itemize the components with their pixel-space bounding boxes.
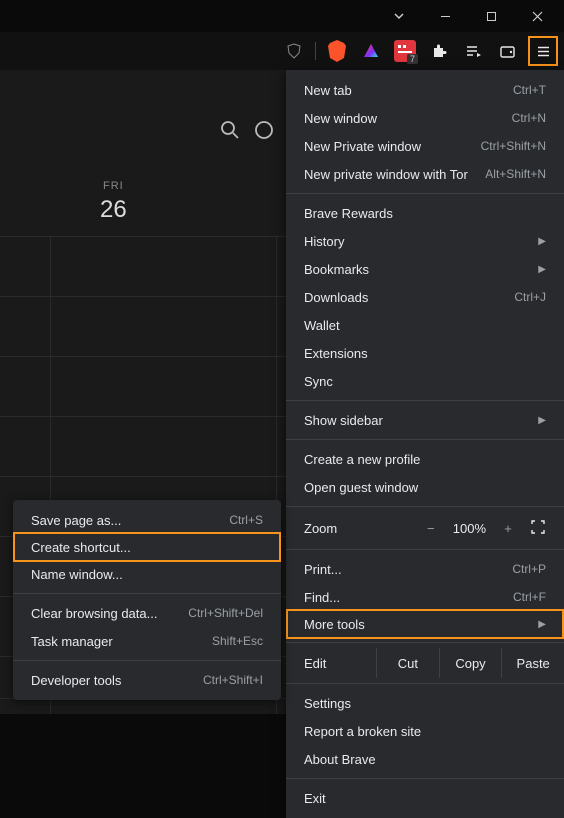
brave-lion-icon[interactable] [324, 38, 350, 64]
chevron-right-icon: ▶ [538, 236, 546, 247]
day-number: 26 [100, 196, 127, 224]
submenu-save-page[interactable]: Save page as...Ctrl+S [13, 506, 281, 534]
search-icon[interactable] [220, 120, 240, 145]
cut-button[interactable]: Cut [376, 648, 439, 678]
fullscreen-button[interactable] [530, 519, 546, 538]
submenu-clear-data[interactable]: Clear browsing data...Ctrl+Shift+Del [13, 599, 281, 627]
menu-wallet[interactable]: Wallet [286, 311, 564, 339]
submenu-create-shortcut[interactable]: Create shortcut... [13, 532, 281, 562]
shield-icon[interactable] [281, 38, 307, 64]
extension-badge: 7 [407, 54, 418, 64]
menu-print[interactable]: Print...Ctrl+P [286, 555, 564, 583]
main-menu: New tabCtrl+T New windowCtrl+N New Priva… [286, 70, 564, 818]
triangle-icon[interactable] [358, 38, 384, 64]
hamburger-menu-button[interactable] [528, 36, 558, 66]
menu-about[interactable]: About Brave [286, 745, 564, 773]
playlist-icon[interactable] [460, 38, 486, 64]
menu-new-tor[interactable]: New private window with TorAlt+Shift+N [286, 160, 564, 188]
menu-new-private[interactable]: New Private windowCtrl+Shift+N [286, 132, 564, 160]
zoom-out-button[interactable]: − [419, 521, 443, 536]
menu-separator [286, 506, 564, 507]
menu-separator [286, 778, 564, 779]
chevron-right-icon: ▶ [538, 619, 546, 630]
day-label: FRI [100, 180, 127, 192]
extension-red-icon[interactable]: 7 [392, 38, 418, 64]
menu-show-sidebar[interactable]: Show sidebar▶ [286, 406, 564, 434]
menu-separator [13, 660, 281, 661]
puzzle-icon[interactable] [426, 38, 452, 64]
menu-new-tab[interactable]: New tabCtrl+T [286, 76, 564, 104]
submenu-task-manager[interactable]: Task managerShift+Esc [13, 627, 281, 655]
window-controls [0, 0, 564, 32]
copy-button[interactable]: Copy [439, 648, 502, 678]
menu-separator [286, 683, 564, 684]
menu-separator [13, 593, 281, 594]
chevron-right-icon: ▶ [538, 415, 546, 426]
zoom-in-button[interactable]: + [496, 521, 520, 536]
menu-find[interactable]: Find...Ctrl+F [286, 583, 564, 611]
maximize-button[interactable] [468, 0, 514, 32]
close-button[interactable] [514, 0, 560, 32]
wallet-toolbar-icon[interactable] [494, 38, 520, 64]
menu-report[interactable]: Report a broken site [286, 717, 564, 745]
chevron-right-icon: ▶ [538, 264, 546, 275]
menu-create-profile[interactable]: Create a new profile [286, 445, 564, 473]
toolbar-separator [315, 42, 316, 60]
menu-separator [286, 439, 564, 440]
menu-settings[interactable]: Settings [286, 689, 564, 717]
minimize-button[interactable] [422, 0, 468, 32]
menu-exit[interactable]: Exit [286, 784, 564, 812]
paste-button[interactable]: Paste [501, 648, 564, 678]
browser-toolbar: 7 [0, 32, 564, 70]
menu-brave-rewards[interactable]: Brave Rewards [286, 199, 564, 227]
dropdown-chevron-icon[interactable] [376, 0, 422, 32]
menu-guest[interactable]: Open guest window [286, 473, 564, 501]
menu-separator [286, 193, 564, 194]
menu-separator [286, 642, 564, 643]
menu-separator [286, 400, 564, 401]
menu-bookmarks[interactable]: Bookmarks▶ [286, 255, 564, 283]
menu-edit-row: Edit Cut Copy Paste [286, 648, 564, 678]
submenu-dev-tools[interactable]: Developer toolsCtrl+Shift+I [13, 666, 281, 694]
help-icon[interactable] [254, 120, 274, 145]
menu-downloads[interactable]: DownloadsCtrl+J [286, 283, 564, 311]
menu-more-tools[interactable]: More tools▶ [286, 609, 564, 639]
menu-separator [286, 549, 564, 550]
menu-history[interactable]: History▶ [286, 227, 564, 255]
submenu-name-window[interactable]: Name window... [13, 560, 281, 588]
menu-zoom: Zoom − 100% + [286, 512, 564, 544]
menu-new-window[interactable]: New windowCtrl+N [286, 104, 564, 132]
calendar-day: FRI 26 [100, 180, 127, 224]
menu-extensions[interactable]: Extensions [286, 339, 564, 367]
zoom-value: 100% [453, 521, 486, 536]
menu-sync[interactable]: Sync [286, 367, 564, 395]
more-tools-submenu: Save page as...Ctrl+S Create shortcut...… [13, 500, 281, 700]
